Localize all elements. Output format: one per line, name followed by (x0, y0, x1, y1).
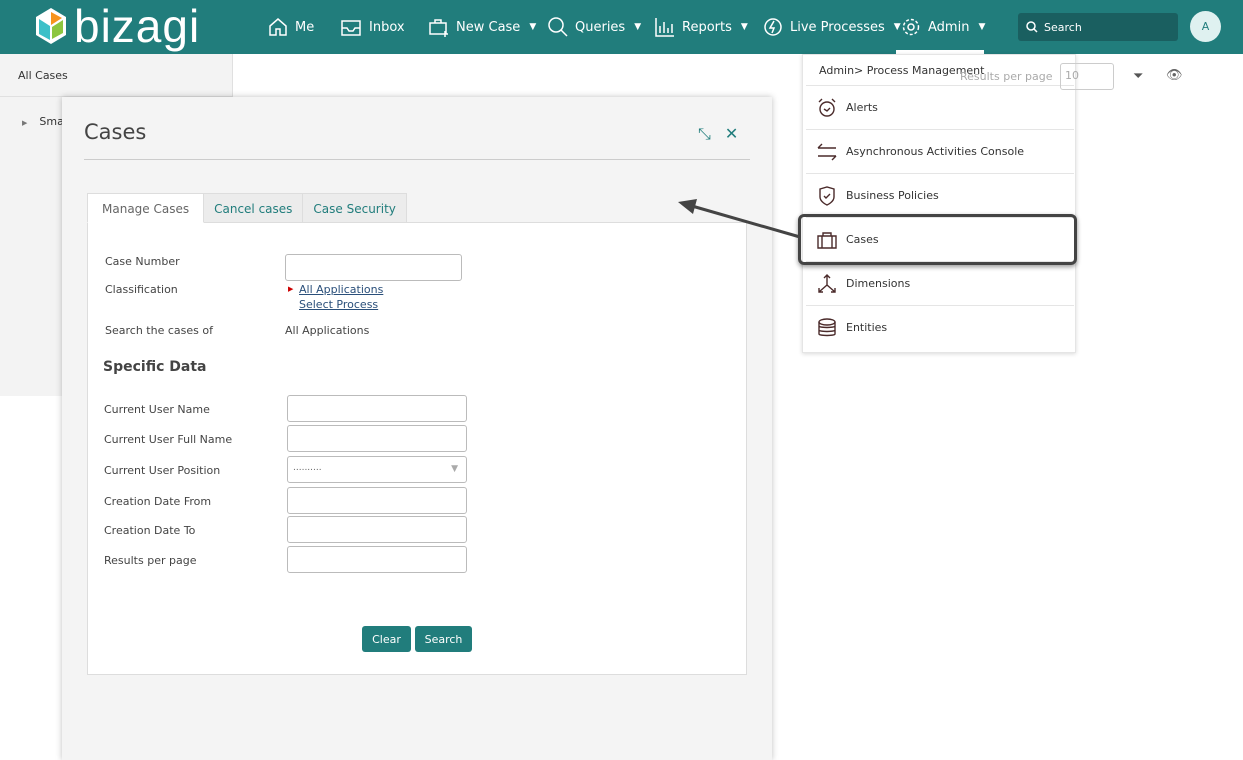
tab-manage-cases[interactable]: Manage Cases (87, 193, 205, 223)
pointer-arrow (678, 199, 801, 239)
results-per-page-label: Results per page (960, 70, 1053, 83)
results-per-page-select[interactable]: 10 (1060, 63, 1114, 90)
